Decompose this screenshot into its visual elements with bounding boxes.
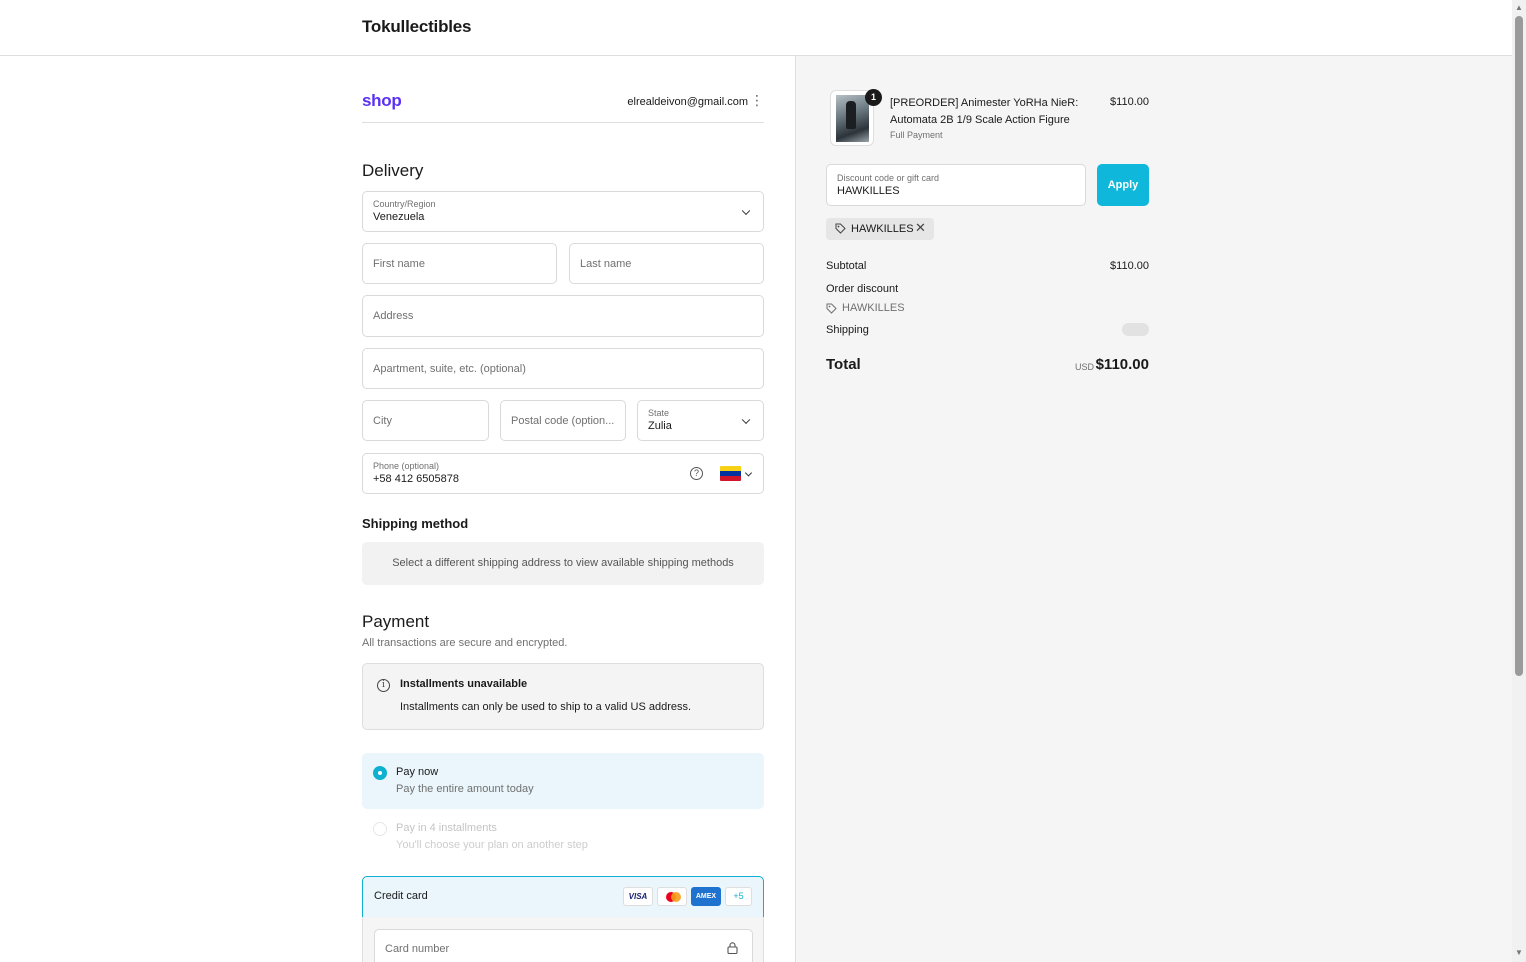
quantity-badge: 1 — [865, 89, 882, 106]
country-select[interactable]: Country/Region Venezuela — [362, 191, 764, 232]
subtotal-value: $110.00 — [1110, 260, 1149, 272]
applied-discount-chip: HAWKILLES ✕ — [826, 218, 934, 240]
last-name-field[interactable]: Last name — [569, 243, 764, 284]
address-placeholder: Address — [373, 310, 414, 322]
scrollbar-thumb[interactable] — [1515, 16, 1523, 676]
city-field[interactable]: City — [362, 400, 489, 441]
mastercard-icon — [657, 887, 687, 906]
account-email: elrealdeivon@gmail.com — [627, 96, 748, 108]
order-discount-code: HAWKILLES — [842, 302, 905, 314]
discount-code-label: Discount code or gift card — [837, 173, 940, 183]
installments-notice: i Installments unavailable Installments … — [362, 663, 764, 730]
card-number-placeholder: Card number — [385, 943, 450, 955]
state-value: Zulia — [648, 420, 672, 432]
venezuela-flag-icon[interactable] — [720, 466, 741, 481]
applied-discount-code: HAWKILLES — [851, 223, 914, 235]
discount-code-value: HAWKILLES — [837, 185, 900, 197]
product-variant: Full Payment — [890, 130, 943, 140]
help-icon[interactable]: ? — [690, 467, 703, 480]
delivery-title: Delivery — [362, 161, 424, 180]
chevron-down-icon — [741, 206, 751, 215]
chevron-down-icon — [741, 415, 751, 424]
scroll-up-arrow-icon[interactable]: ▲ — [1514, 3, 1524, 13]
shipping-method-message: Select a different shipping address to v… — [392, 557, 734, 569]
store-name[interactable]: Tokullectibles — [362, 17, 472, 37]
kebab-icon[interactable]: ⋮ — [750, 93, 764, 107]
apply-button[interactable]: Apply — [1097, 164, 1149, 206]
shipping-label: Shipping — [826, 324, 869, 336]
last-name-placeholder: Last name — [580, 257, 632, 270]
amex-icon: AMEX — [691, 887, 721, 906]
info-icon: i — [377, 679, 390, 692]
credit-card-option[interactable]: Credit card VISA AMEX +5 — [362, 876, 764, 918]
shipping-method-title: Shipping method — [362, 516, 469, 531]
total-value: $110.00 — [1095, 356, 1149, 373]
country-value: Venezuela — [373, 211, 425, 223]
tag-icon — [835, 223, 846, 234]
subtotal-label: Subtotal — [826, 260, 867, 272]
top-bar: Tokullectibles — [0, 0, 1512, 56]
state-label: State — [648, 408, 670, 418]
address-field[interactable]: Address — [362, 295, 764, 337]
chevron-down-icon[interactable] — [744, 468, 753, 477]
close-icon[interactable]: ✕ — [915, 221, 926, 235]
currency-code: USD — [1075, 362, 1095, 372]
phone-label: Phone (optional) — [373, 461, 440, 471]
credit-card-title: Credit card — [374, 890, 428, 902]
credit-card-form: Card number — [362, 917, 764, 962]
total-label: Total — [826, 356, 861, 373]
pay-in-4-option: Pay in 4 installments You'll choose your… — [362, 815, 764, 859]
city-placeholder: City — [373, 414, 392, 427]
shop-account-row: shop elrealdeivon@gmail.com ⋮ — [362, 88, 764, 123]
product-name: [PREORDER] Animester YoRHa NieR: Automat… — [890, 97, 1079, 126]
phone-value: +58 412 6505878 — [373, 473, 459, 485]
installments-notice-title: Installments unavailable — [400, 678, 528, 690]
state-select[interactable]: State Zulia — [637, 400, 764, 441]
shipping-value-placeholder — [1122, 323, 1149, 336]
card-logos: VISA AMEX +5 — [623, 887, 752, 906]
pay-now-title: Pay now — [396, 766, 439, 778]
apartment-field[interactable]: Apartment, suite, etc. (optional) — [362, 348, 764, 389]
payment-title: Payment — [362, 612, 430, 631]
payment-secure-note: All transactions are secure and encrypte… — [362, 637, 568, 649]
pay-now-subtitle: Pay the entire amount today — [396, 783, 534, 795]
country-label: Country/Region — [373, 199, 436, 209]
pay-in-4-title: Pay in 4 installments — [396, 822, 497, 834]
postal-code-placeholder: Postal code (option... — [511, 414, 615, 427]
tag-icon — [826, 303, 837, 314]
phone-field[interactable]: Phone (optional) +58 412 6505878 ? — [362, 453, 764, 494]
pay-in-4-subtitle: You'll choose your plan on another step — [396, 839, 588, 851]
installments-notice-body: Installments can only be used to ship to… — [400, 701, 692, 713]
card-number-field[interactable]: Card number — [374, 929, 753, 962]
discount-code-field[interactable]: Discount code or gift card HAWKILLES — [826, 164, 1086, 206]
lock-icon — [727, 942, 738, 954]
scroll-down-arrow-icon[interactable]: ▼ — [1514, 948, 1524, 958]
more-cards-badge[interactable]: +5 — [725, 887, 752, 906]
product-price: $110.00 — [1110, 96, 1149, 108]
first-name-placeholder: First name — [373, 257, 425, 270]
pay-now-option[interactable]: Pay now Pay the entire amount today — [362, 753, 764, 809]
pay-in-4-radio — [373, 822, 387, 836]
order-discount-code-row: HAWKILLES — [826, 302, 905, 314]
apartment-placeholder: Apartment, suite, etc. (optional) — [373, 362, 526, 375]
shop-logo: shop — [362, 91, 402, 110]
order-discount-label: Order discount — [826, 283, 899, 295]
visa-icon: VISA — [623, 887, 653, 906]
shipping-method-message-box: Select a different shipping address to v… — [362, 542, 764, 585]
pay-now-radio[interactable] — [373, 766, 387, 780]
first-name-field[interactable]: First name — [362, 243, 557, 284]
postal-code-field[interactable]: Postal code (option... — [500, 400, 626, 441]
